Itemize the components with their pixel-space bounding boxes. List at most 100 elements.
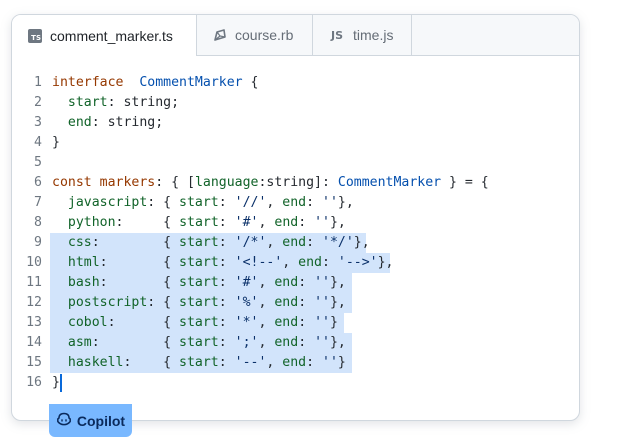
code-token: }, <box>377 255 394 270</box>
code-token: css <box>52 235 92 250</box>
code-text: } <box>52 133 60 153</box>
code-line[interactable]: 4} <box>12 133 579 153</box>
code-token: '' <box>314 275 330 290</box>
copilot-badge[interactable]: Copilot <box>49 404 132 437</box>
code-line[interactable]: 14 asm: { start: ';', end: ''}, <box>12 333 579 353</box>
code-line[interactable]: 16} <box>12 373 579 393</box>
code-token: start <box>52 95 108 110</box>
line-number: 13 <box>26 315 42 330</box>
line-number: 16 <box>26 375 42 390</box>
code-token: CommentMarker <box>139 75 243 90</box>
code-token: : <box>218 255 235 270</box>
code-token: } = { <box>441 175 489 190</box>
code-line[interactable]: 11 bash: { start: '#', end: ''}, <box>12 273 579 293</box>
code-line[interactable]: 9 css: { start: '/*', end: '*/'}, <box>12 233 579 253</box>
line-number: 14 <box>26 335 42 350</box>
code-line[interactable]: 3 end: string; <box>12 113 579 133</box>
code-token: end <box>282 235 307 250</box>
tab-comment-marker-ts[interactable]: TS comment_marker.ts <box>12 15 197 56</box>
code-token: language <box>194 175 259 190</box>
code-token: } <box>329 315 338 330</box>
code-token: , <box>282 255 299 270</box>
code-line[interactable]: 6 const markers: { [language:string]: Com… <box>12 173 579 193</box>
typescript-file-icon: TS <box>28 28 42 43</box>
tab-bar: TS comment_marker.ts course.rb JS time.j… <box>12 15 579 56</box>
code-text: html: { start: '<!--', end: '-->'}, <box>52 253 394 273</box>
code-token: end <box>274 335 299 350</box>
code-line[interactable]: 13 cobol: { start: '*', end: ''} <box>12 313 579 333</box>
code-token: : <box>298 315 315 330</box>
code-token: postscript <box>52 295 148 310</box>
line-number: 12 <box>26 295 42 310</box>
code-token: asm <box>52 335 92 350</box>
code-token: :string]: <box>258 175 338 190</box>
code-token: start <box>179 315 219 330</box>
code-token: interface <box>52 75 124 90</box>
code-token: end <box>52 115 92 130</box>
code-token: '*' <box>234 315 259 330</box>
code-token: end <box>274 275 299 290</box>
code-token: { <box>242 75 259 90</box>
code-line[interactable]: 12 postscript: { start: '%', end: ''}, <box>12 293 579 313</box>
code-token: : <box>218 335 235 350</box>
code-token: haskell <box>52 355 124 370</box>
code-token: '/*' <box>234 235 267 250</box>
code-line[interactable]: 10 html: { start: '<!--', end: '-->'}, <box>12 253 579 273</box>
code-token: }, <box>329 275 346 290</box>
code-token: end <box>282 195 307 210</box>
code-token: : { [ <box>155 175 195 190</box>
tab-course-rb[interactable]: course.rb <box>197 15 313 55</box>
code-token: : <box>298 335 315 350</box>
code-token: , <box>266 355 283 370</box>
code-token: : <box>218 355 235 370</box>
line-number: 4 <box>34 135 42 150</box>
code-line[interactable]: 7 javascript: { start: '//', end: ''}, <box>12 193 579 213</box>
code-area[interactable]: 1 interface CommentMarker {2 start: strin… <box>12 73 579 393</box>
code-token: const <box>52 175 92 190</box>
code-token: start <box>179 355 219 370</box>
code-text: interface CommentMarker { <box>52 73 258 93</box>
code-token: } <box>52 375 60 390</box>
code-token: : <box>306 355 323 370</box>
code-token: '//' <box>234 195 267 210</box>
code-token: end <box>274 295 299 310</box>
code-token: '' <box>314 335 330 350</box>
code-text: bash: { start: '#', end: ''}, <box>52 273 346 293</box>
code-token: }, <box>329 215 346 230</box>
line-number: 7 <box>34 195 42 210</box>
code-token: : string; <box>91 115 164 130</box>
code-token: }, <box>337 195 354 210</box>
code-text: css: { start: '/*', end: '*/'}, <box>52 233 370 253</box>
code-text: haskell: { start: '--', end: ''} <box>52 353 346 373</box>
code-token: '' <box>314 295 330 310</box>
code-line[interactable]: 5 <box>12 153 579 173</box>
code-token: : <box>218 195 235 210</box>
code-token: start <box>179 335 219 350</box>
code-token: '#' <box>234 275 259 290</box>
line-number: 9 <box>34 235 42 250</box>
code-token: CommentMarker <box>337 175 442 190</box>
ruby-file-icon <box>213 28 227 42</box>
code-token: , <box>266 235 283 250</box>
code-line[interactable]: 1 interface CommentMarker { <box>12 73 579 93</box>
code-token: javascript <box>52 195 148 210</box>
code-token: : <box>218 275 235 290</box>
code-token: : <box>298 215 315 230</box>
code-token: : { <box>91 235 180 250</box>
code-token: start <box>179 195 219 210</box>
code-token: : { <box>147 295 180 310</box>
code-text: asm: { start: ';', end: ''}, <box>52 333 346 353</box>
code-line[interactable]: 8 python: { start: '#', end: ''}, <box>12 213 579 233</box>
code-token: }, <box>353 235 370 250</box>
code-line[interactable]: 2 start: string; <box>12 93 579 113</box>
tab-time-js[interactable]: JS time.js <box>313 15 412 55</box>
code-token: end <box>274 215 299 230</box>
line-number: 15 <box>26 355 42 370</box>
code-token: }, <box>329 335 346 350</box>
javascript-file-icon: JS <box>330 28 343 42</box>
code-token: end <box>274 315 299 330</box>
code-line[interactable]: 15 haskell: { start: '--', end: ''} <box>12 353 579 373</box>
code-token: start <box>179 295 219 310</box>
code-token: : { <box>99 255 180 270</box>
